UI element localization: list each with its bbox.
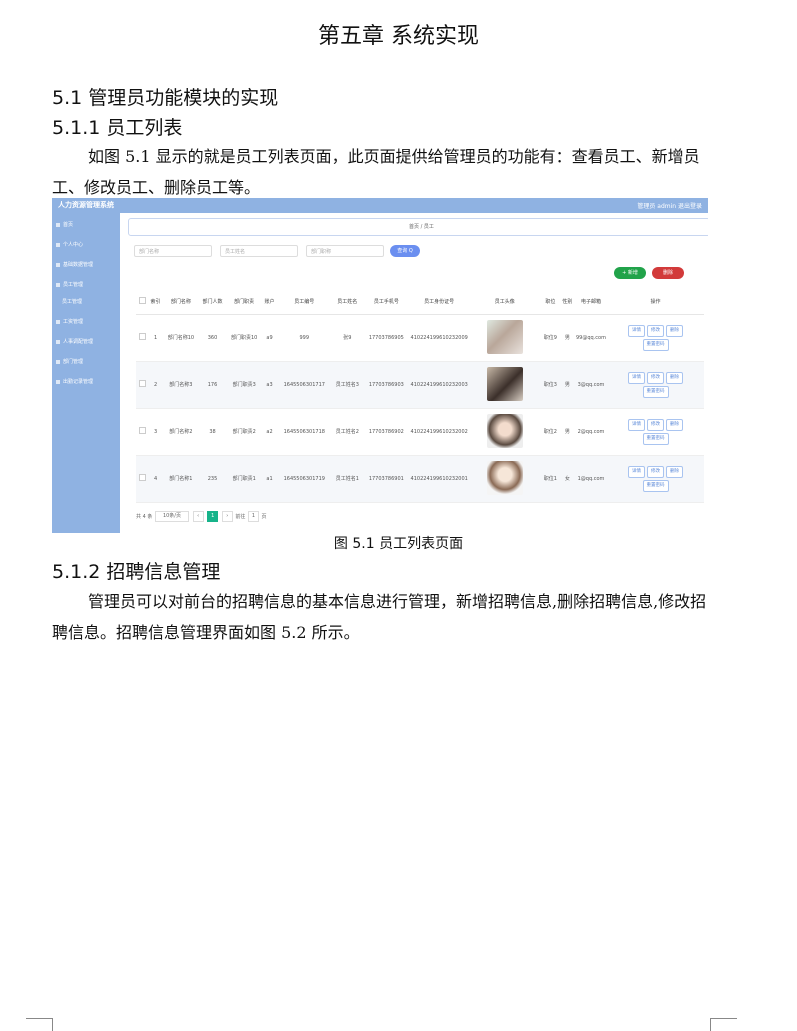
detail-button[interactable]: 详情 [628,419,645,431]
sidebar-item[interactable]: 个人中心 [56,241,83,248]
menu-icon [56,359,60,364]
row-delete-button[interactable]: 删除 [666,466,683,478]
detail-button[interactable]: 详情 [628,466,645,478]
prev-page-button[interactable]: ‹ [192,511,204,522]
pager-total: 共 4 条 [136,514,153,520]
page-corner-mark [710,1018,737,1031]
search-input-name[interactable]: 员工姓名 [220,245,298,257]
employee-list-screenshot: 人力资源管理系统 管理员 admin 退出登录 首页 个人中心 基础数据管理 员… [52,198,708,533]
edit-button[interactable]: 修改 [647,325,664,337]
main-content: 首页 / 员工 部门名称 员工姓名 部门职称 查询 Q + 新增 删除 索引 部… [120,213,708,533]
sidebar-item[interactable]: 人事调配管理 [56,338,93,345]
page-label: 页 [261,514,267,520]
sidebar-item[interactable]: 首页 [56,221,73,228]
add-button[interactable]: + 新增 [614,267,646,279]
menu-icon [56,282,60,287]
menu-icon [56,339,60,344]
search-input-title[interactable]: 部门职称 [306,245,384,257]
avatar [486,366,523,401]
table-row: 4 部门名称1 235 部门职责1 a1 1645506301719 员工姓名1 1770… [136,455,704,503]
section-heading-5-1-1: 5.1.1 员工列表 [52,117,183,139]
row-checkbox[interactable] [138,380,146,387]
delete-button[interactable]: 删除 [652,267,684,279]
reset-password-button[interactable]: 重置密码 [642,386,669,398]
search-input-dept[interactable]: 部门名称 [134,245,212,257]
edit-button[interactable]: 修改 [647,372,664,384]
paragraph-employee-list: 如图 5.1 显示的就是员工列表页面，此页面提供给管理员的功能有：查看员工、新增… [52,147,700,197]
current-page[interactable]: 1 [207,511,219,522]
row-delete-button[interactable]: 删除 [666,372,683,384]
breadcrumb: 首页 / 员工 [128,218,708,236]
section-heading-5-1: 5.1 管理员功能模块的实现 [52,87,279,109]
sidebar-subitem[interactable]: 员工管理 [62,298,82,305]
sidebar: 首页 个人中心 基础数据管理 员工管理 员工管理 工资管理 人事调配管理 部门管… [52,213,120,533]
goto-label: 前往 [235,514,246,520]
menu-icon [56,319,60,324]
row-delete-button[interactable]: 删除 [666,419,683,431]
user-info[interactable]: 管理员 admin 退出登录 [637,201,702,210]
page-size-select[interactable]: 10条/页 [154,511,189,522]
app-name: 人力资源管理系统 [58,201,114,209]
paragraph-recruitment: 管理员可以对前台的招聘信息的基本信息进行管理，新增招聘信息,删除招聘信息,修改招… [52,592,707,642]
pagination: 共 4 条 10条/页 ‹ 1 › 前往 1 页 [136,511,267,522]
table-row: 2 部门名称3 176 部门职责3 a3 1645506301717 员工姓名3 1770… [136,361,704,409]
avatar [486,413,523,448]
row-delete-button[interactable]: 删除 [666,325,683,337]
row-checkbox[interactable] [138,474,146,481]
sidebar-item[interactable]: 基础数据管理 [56,261,93,268]
menu-icon [56,379,60,384]
reset-password-button[interactable]: 重置密码 [642,433,669,445]
table-header: 索引 部门名称 部门人数 部门职责 账户 员工编号 员工姓名 员工手机号 员工身… [136,288,704,315]
employee-table: 索引 部门名称 部门人数 部门职责 账户 员工编号 员工姓名 员工手机号 员工身… [136,288,704,503]
sidebar-item[interactable]: 部门管理 [56,358,83,365]
detail-button[interactable]: 详情 [628,325,645,337]
menu-icon [56,222,60,227]
app-topbar: 人力资源管理系统 管理员 admin 退出登录 [52,198,708,213]
sidebar-item[interactable]: 出勤记录管理 [56,378,93,385]
table-row: 3 部门名称2 38 部门职责2 a2 1645506301718 员工姓名2 17703… [136,408,704,456]
sidebar-item[interactable]: 工资管理 [56,318,83,325]
next-page-button[interactable]: › [221,511,233,522]
search-button[interactable]: 查询 Q [390,245,420,257]
avatar [486,319,523,354]
avatar [486,460,523,495]
chapter-title: 第五章 系统实现 [318,24,479,49]
reset-password-button[interactable]: 重置密码 [642,480,669,492]
edit-button[interactable]: 修改 [647,466,664,478]
edit-button[interactable]: 修改 [647,419,664,431]
goto-page-input[interactable]: 1 [247,511,259,522]
sidebar-item[interactable]: 员工管理 [56,281,83,288]
menu-icon [56,242,60,247]
menu-icon [56,262,60,267]
reset-password-button[interactable]: 重置密码 [642,339,669,351]
detail-button[interactable]: 详情 [628,372,645,384]
row-checkbox[interactable] [138,427,146,434]
page-corner-mark [26,1018,53,1031]
section-heading-5-1-2: 5.1.2 招聘信息管理 [52,561,221,583]
figure-caption: 图 5.1 员工列表页面 [333,536,464,552]
select-all-checkbox[interactable] [138,296,146,304]
row-checkbox[interactable] [138,333,146,340]
table-row: 1 部门名称10 360 部门职责10 a9 999 张9 17703786905 4102… [136,314,704,362]
